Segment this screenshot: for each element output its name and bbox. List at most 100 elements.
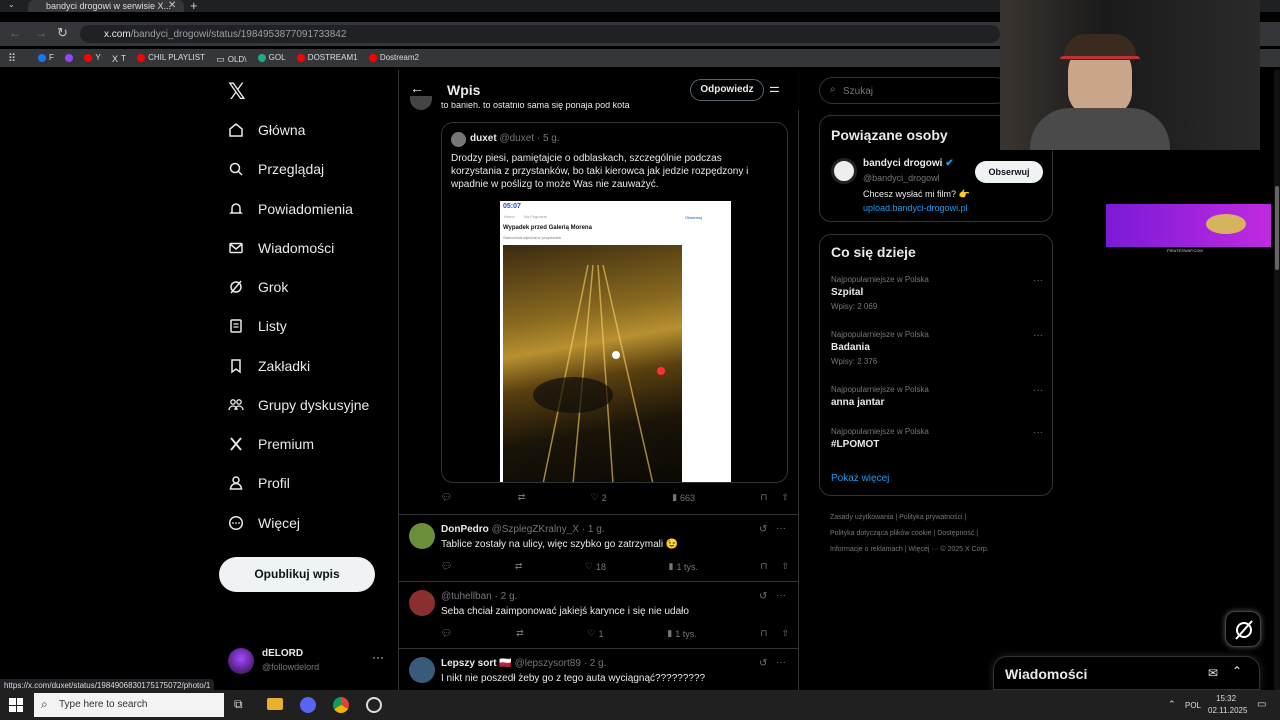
language-indicator[interactable]: POL xyxy=(1185,701,1201,710)
quoted-media[interactable]: 05:07 Home Na Pogodzie Obserwuj Wypadek … xyxy=(500,201,731,482)
more-dots-icon[interactable]: ··· xyxy=(776,523,786,534)
footer-link[interactable]: Zasady użytkowania xyxy=(830,514,893,521)
more-dots-icon[interactable]: ··· xyxy=(776,657,786,668)
page-scrollbar[interactable] xyxy=(1274,70,1280,690)
bookmark-f[interactable]: F xyxy=(38,53,54,62)
new-message-icon[interactable]: ✉ xyxy=(1208,666,1218,680)
file-explorer-icon[interactable] xyxy=(267,698,283,710)
more-dots-icon[interactable]: ··· xyxy=(776,590,786,601)
bookmark-twitch[interactable] xyxy=(65,53,74,62)
retweet-icon[interactable]: ⇄ xyxy=(515,561,523,572)
footer-link[interactable]: Polityka prywatności xyxy=(899,514,962,521)
reload-icon[interactable]: ↻ xyxy=(57,25,68,41)
footer-link[interactable]: Dostępność xyxy=(937,530,974,537)
more-dots-icon[interactable]: ··· xyxy=(372,650,384,664)
quoted-tweet[interactable]: duxet @duxet · 5 g. Drodzy piesi, pamięt… xyxy=(441,122,788,483)
bookmark-chil-playlist[interactable]: CHIL PLAYLIST xyxy=(137,53,205,62)
tab-menu-icon[interactable]: ⌄ xyxy=(8,0,15,9)
bookmark-dostream2[interactable]: Dostream2 xyxy=(368,53,419,62)
share-icon[interactable]: ⇧ xyxy=(781,492,789,503)
views-button[interactable]: ▮ 1 tys. xyxy=(668,561,697,572)
views-button[interactable]: ▮ 663 xyxy=(672,492,695,503)
clock-date[interactable]: 02.11.2025 xyxy=(1208,706,1247,715)
related-name[interactable]: bandyci drogowi xyxy=(863,158,942,169)
nav-more[interactable]: Więcej xyxy=(228,515,300,531)
trend-item[interactable]: Najpopularniejsze w Polska anna jantar ·… xyxy=(831,385,1051,408)
grok-floating-button[interactable] xyxy=(1225,611,1261,647)
avatar[interactable] xyxy=(831,158,857,184)
trend-item[interactable]: Najpopularniejsze w Polska Badania Wpisy… xyxy=(831,330,1051,366)
grok-reply-icon[interactable]: ↺ xyxy=(759,658,767,669)
more-dots-icon[interactable]: ··· xyxy=(1033,275,1043,286)
browser-tab[interactable]: bandyci drogowi w serwisie X... xyxy=(28,0,184,12)
footer-link[interactable]: Polityka dotycząca plików cookie xyxy=(830,530,932,537)
bookmark-icon[interactable]: ⊓ xyxy=(760,492,767,503)
views-button[interactable]: ▮ 1 tys. xyxy=(667,628,696,639)
reply-icon[interactable]: 💬︎ xyxy=(441,628,452,639)
discord-icon[interactable] xyxy=(300,697,316,713)
bookmark-gol[interactable]: GOL xyxy=(257,53,286,62)
bookmark-icon[interactable]: ⊓ xyxy=(760,628,767,639)
taskbar-search[interactable]: Type here to search xyxy=(34,693,224,717)
like-button[interactable]: ♡ 1 xyxy=(587,628,603,639)
back-arrow-icon[interactable]: ← xyxy=(410,80,424,96)
notifications-icon[interactable]: ▭ xyxy=(1257,699,1266,710)
obs-icon[interactable] xyxy=(366,697,382,713)
reply-icon[interactable]: 💬︎ xyxy=(441,561,452,572)
like-button[interactable]: ♡ 18 xyxy=(585,561,606,572)
new-tab-icon[interactable]: + xyxy=(190,0,198,13)
trend-item[interactable]: Najpopularniejsze w Polska #LPOMOT ··· xyxy=(831,427,1051,450)
more-dots-icon[interactable]: ··· xyxy=(1033,427,1043,438)
apps-grid-icon[interactable]: ⠿ xyxy=(8,52,16,65)
trend-item[interactable]: Najpopularniejsze w Polska Szpital Wpisy… xyxy=(831,275,1051,311)
retweet-icon[interactable]: ⇄ xyxy=(518,492,526,503)
share-icon[interactable]: ⇧ xyxy=(781,561,789,572)
back-icon[interactable]: ← xyxy=(9,26,21,40)
chrome-icon[interactable] xyxy=(333,697,349,713)
bookmark-t[interactable]: XT xyxy=(112,54,126,64)
tray-chevron-icon[interactable]: ⌃ xyxy=(1168,699,1176,710)
share-icon[interactable]: ⇧ xyxy=(781,628,789,639)
ad-banner[interactable] xyxy=(1106,204,1271,247)
post-button[interactable]: Opublikuj wpis xyxy=(219,557,375,592)
grok-reply-icon[interactable]: ↺ xyxy=(759,591,767,602)
more-dots-icon[interactable]: ··· xyxy=(1033,330,1043,341)
nav-profile[interactable]: Profil xyxy=(228,475,290,491)
nav-home[interactable]: Główna xyxy=(228,122,305,138)
reply-icon[interactable]: 💬︎ xyxy=(441,492,452,503)
search-box[interactable]: ⌕ Szukaj xyxy=(819,77,1009,104)
footer-link[interactable]: Informacje o reklamach xyxy=(830,546,903,553)
related-link[interactable]: upload.bandyci-drogowi.pl xyxy=(863,203,968,213)
windows-start-icon[interactable] xyxy=(9,698,23,712)
task-view-icon[interactable]: ⧉ xyxy=(234,697,243,712)
reply-item[interactable]: @tuhellban · 2 g. ↺ ··· Seba chciał zaim… xyxy=(399,581,799,648)
filter-sliders-icon[interactable]: ⚌ xyxy=(769,81,780,95)
nav-bookmarks[interactable]: Zakładki xyxy=(228,358,310,374)
footer-link[interactable]: Więcej ··· xyxy=(908,546,938,553)
nav-communities[interactable]: Grupy dyskusyjne xyxy=(228,397,369,413)
bookmark-dostream1[interactable]: DOSTREAM1 xyxy=(296,53,358,62)
nav-lists[interactable]: Listy xyxy=(228,318,287,334)
like-button[interactable]: ♡ 2 xyxy=(591,492,607,503)
account-switcher[interactable]: dELORD @followdelord ··· xyxy=(228,648,388,678)
messages-drawer[interactable]: Wiadomości ✉ ⌃ xyxy=(993,656,1260,690)
clock-time[interactable]: 15:32 xyxy=(1216,694,1236,703)
retweet-icon[interactable]: ⇄ xyxy=(516,628,524,639)
x-logo-icon[interactable]: 𝕏 xyxy=(228,80,246,105)
reply-item[interactable]: DonPedro @SzplegZKralny_X · 1 g. ↺ ··· T… xyxy=(399,514,799,581)
reply-item[interactable]: Lepszy sort 🇵🇱 @lepszysort89 · 2 g. ↺ ··… xyxy=(399,648,799,690)
expand-up-icon[interactable]: ⌃ xyxy=(1232,664,1242,678)
grok-reply-icon[interactable]: ↺ xyxy=(759,524,767,535)
tab-close-icon[interactable]: ✕ xyxy=(168,0,176,11)
more-dots-icon[interactable]: ··· xyxy=(1033,385,1043,396)
nav-explore[interactable]: Przeglądaj xyxy=(228,161,324,177)
nav-grok[interactable]: Grok xyxy=(228,279,288,295)
nav-notifications[interactable]: Powiadomienia xyxy=(228,201,353,217)
bookmark-icon[interactable]: ⊓ xyxy=(760,561,767,572)
nav-premium[interactable]: Premium xyxy=(228,436,314,452)
reply-button[interactable]: Odpowiedz xyxy=(690,79,764,101)
follow-button[interactable]: Obserwuj xyxy=(975,161,1043,183)
bookmark-y[interactable]: Y xyxy=(84,53,101,62)
show-more-link[interactable]: Pokaż więcej xyxy=(831,473,889,484)
nav-messages[interactable]: Wiadomości xyxy=(228,240,334,256)
